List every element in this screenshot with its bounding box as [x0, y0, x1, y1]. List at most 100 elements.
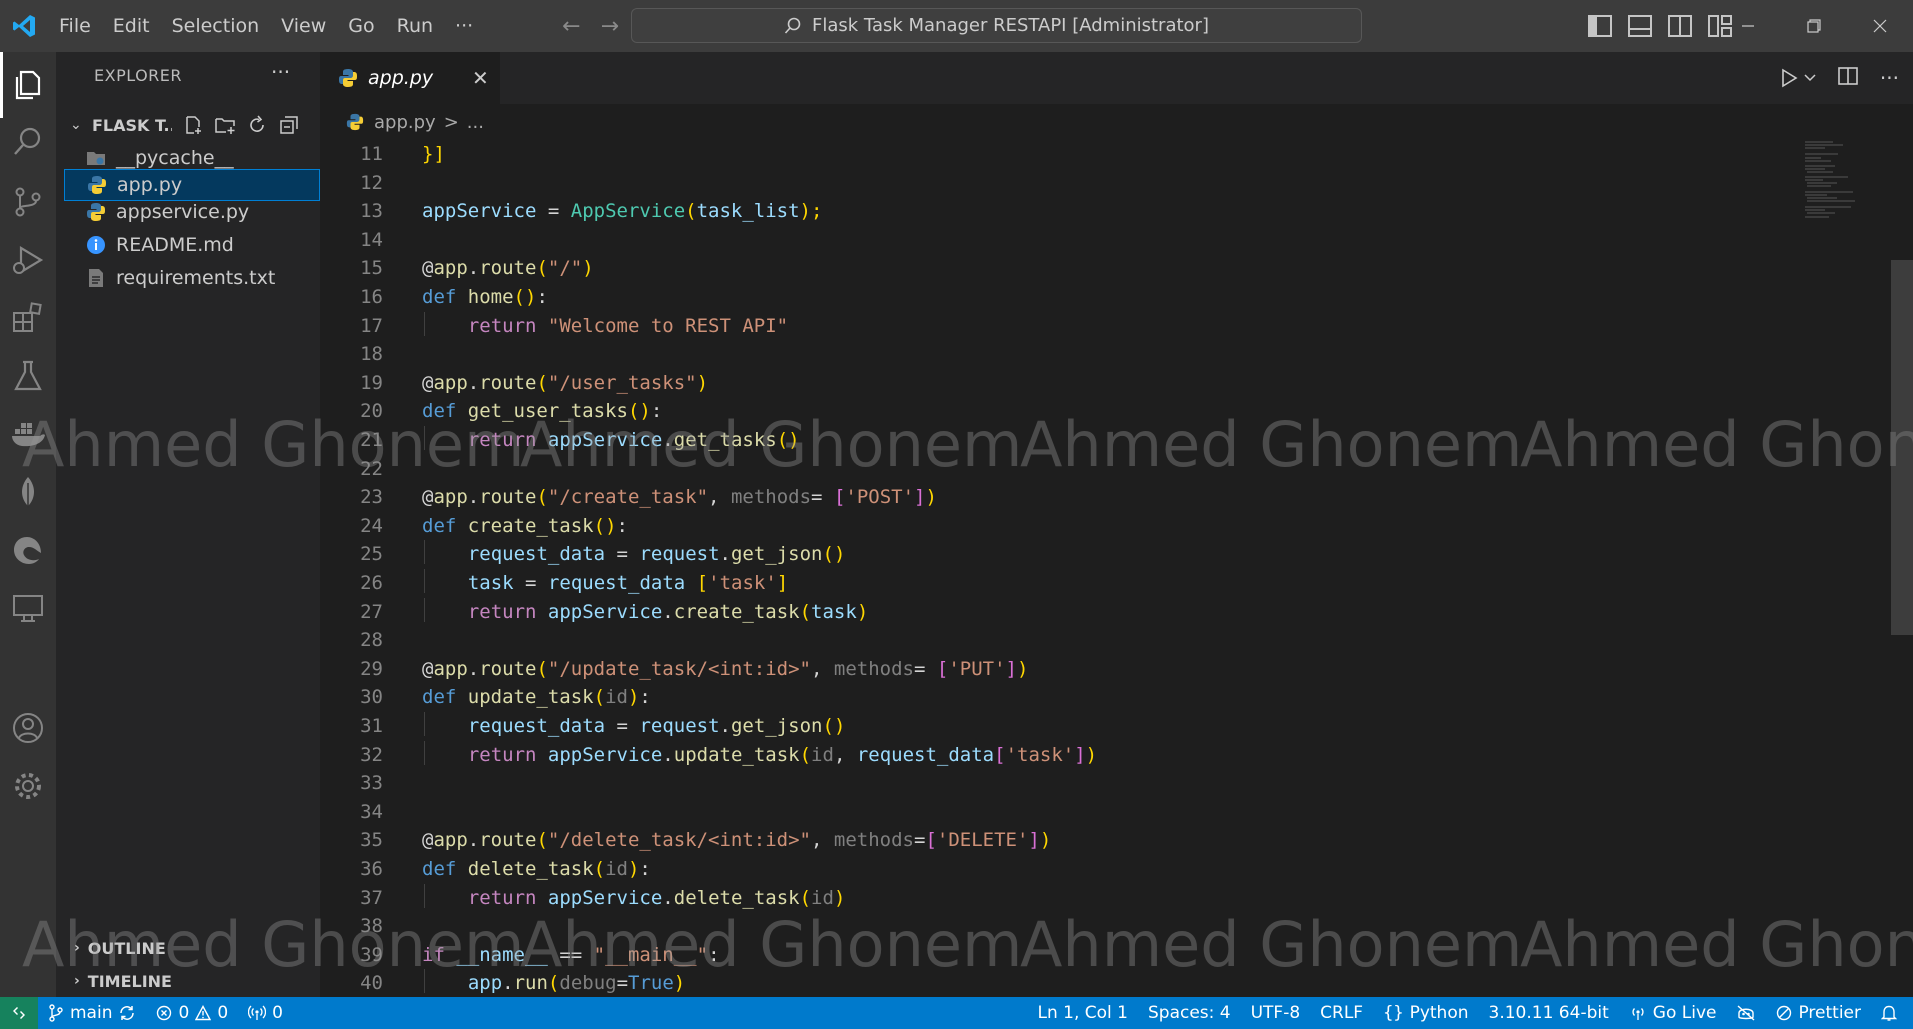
copilot-disabled-icon[interactable]: [1726, 997, 1766, 1029]
code-line[interactable]: 28: [320, 626, 1720, 655]
mongodb-leaf-icon[interactable]: [8, 472, 48, 512]
encoding[interactable]: UTF-8: [1241, 997, 1311, 1029]
code-line[interactable]: 17 return "Welcome to REST API": [320, 312, 1720, 341]
file-name: app.py: [117, 174, 183, 196]
code-line[interactable]: 36 def delete_task(id):: [320, 855, 1720, 884]
more-actions-icon[interactable]: ···: [1880, 66, 1899, 90]
close-icon[interactable]: ✕: [472, 66, 489, 90]
testing-flask-icon[interactable]: [8, 356, 48, 396]
code-line[interactable]: 26 task = request_data ['task']: [320, 569, 1720, 598]
code-line[interactable]: 24 def create_task():: [320, 512, 1720, 541]
code-editor[interactable]: 11}] 12 13 appService = AppService(task_lis…: [320, 140, 1913, 997]
search-sidebar-icon[interactable]: [8, 122, 48, 162]
line-number: 31: [360, 715, 383, 737]
problems-status[interactable]: 0 0: [146, 997, 238, 1029]
remote-indicator-icon[interactable]: [0, 997, 38, 1029]
run-python-file-icon[interactable]: [1780, 68, 1816, 88]
toggle-secondary-sidebar-icon[interactable]: [1668, 15, 1692, 37]
code-line[interactable]: 22: [320, 455, 1720, 484]
code-line[interactable]: 18: [320, 340, 1720, 369]
code-line[interactable]: 27 return appService.create_task(task): [320, 598, 1720, 627]
forward-arrow-icon[interactable]: →: [601, 14, 619, 39]
breadcrumb-symbol[interactable]: ...: [467, 112, 484, 133]
code-line[interactable]: 14: [320, 226, 1720, 255]
menu-go[interactable]: Go: [337, 0, 385, 52]
accounts-icon[interactable]: [8, 708, 48, 748]
sync-icon[interactable]: [118, 1004, 136, 1022]
file-item-appservice-py[interactable]: appservice.py: [64, 196, 320, 228]
explorer-more-actions[interactable]: ···: [271, 60, 290, 84]
active-indicator: [0, 52, 3, 118]
menu-view[interactable]: View: [270, 0, 337, 52]
toggle-primary-sidebar-icon[interactable]: [1588, 15, 1612, 37]
run-and-debug-icon[interactable]: [8, 240, 48, 280]
go-live-button[interactable]: Go Live: [1619, 997, 1727, 1029]
code-line[interactable]: 12: [320, 169, 1720, 198]
code-line[interactable]: 38: [320, 912, 1720, 941]
timeline-section[interactable]: › TIMELINE: [56, 965, 320, 997]
manage-gear-icon[interactable]: [8, 766, 48, 806]
code-line[interactable]: 21 return appService.get_tasks(): [320, 426, 1720, 455]
file-item-requirements[interactable]: requirements.txt: [64, 262, 320, 294]
code-line[interactable]: 25 request_data = request.get_json(): [320, 540, 1720, 569]
prettier-status[interactable]: Prettier: [1766, 997, 1871, 1029]
line-number: 22: [360, 457, 383, 480]
branch-status[interactable]: main: [38, 997, 146, 1029]
new-file-icon[interactable]: [182, 114, 204, 136]
menu-more[interactable]: ···: [444, 0, 484, 52]
cursor-position[interactable]: Ln 1, Col 1: [1027, 997, 1138, 1029]
source-control-icon[interactable]: [8, 182, 48, 222]
end-of-line[interactable]: CRLF: [1310, 997, 1373, 1029]
file-item-readme[interactable]: README.md: [64, 229, 320, 261]
code-line[interactable]: 37 return appService.delete_task(id): [320, 884, 1720, 913]
toggle-panel-icon[interactable]: [1628, 15, 1652, 37]
folder-header[interactable]: ⌄ FLASK T...: [56, 108, 320, 142]
code-line[interactable]: 15 @app.route("/"): [320, 254, 1720, 283]
code-line[interactable]: 20 def get_user_tasks():: [320, 397, 1720, 426]
remote-explorer-icon[interactable]: [8, 588, 48, 628]
ports-status[interactable]: 0: [238, 997, 293, 1029]
new-folder-icon[interactable]: [214, 114, 236, 136]
code-line[interactable]: 34: [320, 798, 1720, 827]
menu-file[interactable]: File: [48, 0, 102, 52]
code-line[interactable]: 11}]: [320, 140, 1720, 169]
code-line[interactable]: 40 app.run(debug=True): [320, 969, 1720, 997]
close-window-button[interactable]: [1847, 0, 1913, 52]
notifications-bell-icon[interactable]: [1871, 997, 1913, 1029]
code-line[interactable]: 39 if __name__ == "__main__":: [320, 941, 1720, 970]
code-line[interactable]: 31 request_data = request.get_json(): [320, 712, 1720, 741]
menu-selection[interactable]: Selection: [161, 0, 271, 52]
menu-run[interactable]: Run: [386, 0, 444, 52]
code-line[interactable]: 19 @app.route("/user_tasks"): [320, 369, 1720, 398]
editor-scrollbar[interactable]: [1891, 260, 1913, 635]
code-line[interactable]: 23 @app.route("/create_task", methods= ['…: [320, 483, 1720, 512]
tab-app-py[interactable]: app.py ✕: [320, 52, 500, 104]
edge-browser-icon[interactable]: [8, 530, 48, 570]
outline-section[interactable]: › OUTLINE: [56, 932, 320, 964]
line-number: 34: [360, 800, 383, 823]
docker-icon[interactable]: [8, 414, 48, 454]
collapse-all-icon[interactable]: [278, 114, 300, 136]
code-line[interactable]: 33: [320, 769, 1720, 798]
python-interpreter[interactable]: 3.10.11 64-bit: [1479, 997, 1619, 1029]
back-arrow-icon[interactable]: ←: [562, 14, 580, 39]
code-line[interactable]: 32 return appService.update_task(id, req…: [320, 741, 1720, 770]
menu-edit[interactable]: Edit: [102, 0, 161, 52]
breadcrumb-file[interactable]: app.py: [374, 112, 436, 133]
restore-button[interactable]: [1781, 0, 1847, 52]
extensions-icon[interactable]: [8, 298, 48, 338]
split-editor-icon[interactable]: [1838, 66, 1858, 90]
code-line[interactable]: 16 def home():: [320, 283, 1720, 312]
language-mode[interactable]: {} Python: [1373, 997, 1478, 1029]
command-center-search[interactable]: Flask Task Manager RESTAPI [Administrato…: [631, 8, 1362, 43]
minimap[interactable]: [1803, 140, 1863, 220]
code-line[interactable]: 35 @app.route("/delete_task/<int:id>", me…: [320, 826, 1720, 855]
minimize-button[interactable]: [1715, 0, 1781, 52]
code-line[interactable]: 30 def update_task(id):: [320, 683, 1720, 712]
refresh-icon[interactable]: [246, 114, 268, 136]
line-number: 19: [360, 371, 383, 394]
indentation[interactable]: Spaces: 4: [1138, 997, 1241, 1029]
code-line[interactable]: 29 @app.route("/update_task/<int:id>", me…: [320, 655, 1720, 684]
explorer-icon[interactable]: [8, 65, 48, 105]
code-line[interactable]: 13 appService = AppService(task_list);: [320, 197, 1720, 226]
